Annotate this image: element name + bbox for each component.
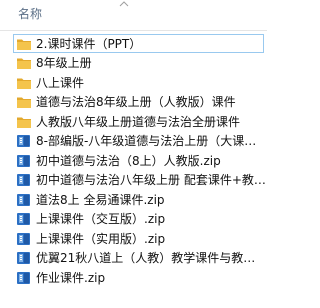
zip-file-list-item[interactable]: 上课课件（交互版）.zip — [0, 210, 267, 229]
zip-file-list-item[interactable]: 优翼21秋八道上（人教）教学课件与教… — [0, 249, 267, 268]
file-list-pane: 名称 2.课时课件（PPT） 8年级上册八上课件道德与法治8年级上册（人教版）课件… — [0, 0, 267, 308]
file-name-label: 八上课件 — [36, 75, 85, 90]
folder-icon — [16, 36, 32, 52]
zip-file-list-item[interactable]: 上课课件（实用版）.zip — [0, 229, 267, 248]
folder-icon — [16, 55, 32, 71]
file-name-label: 初中道德与法治（8上）人教版.zip — [36, 153, 221, 168]
name-column-header[interactable]: 名称 — [18, 7, 42, 21]
folder-list-item[interactable]: 人教版八年级上册道德与法治全册课件 — [0, 112, 267, 131]
sort-ascending-icon[interactable] — [118, 0, 130, 8]
zip-file-list-item[interactable]: 作业课件.zip — [0, 268, 267, 287]
file-name-label: 优翼21秋八道上（人教）教学课件与教… — [36, 251, 256, 265]
zip-file-list-item[interactable]: 初中道德与法治（8上）人教版.zip — [0, 151, 267, 170]
zip-archive-icon — [16, 270, 32, 286]
file-name-label: 8-部编版-八年级道德与法治上册（大课… — [36, 134, 257, 148]
folder-icon — [16, 114, 32, 130]
file-list: 2.课时课件（PPT） 8年级上册八上课件道德与法治8年级上册（人教版）课件 人教版… — [0, 34, 267, 288]
zip-archive-icon — [16, 192, 32, 208]
file-name-label: 上课课件（实用版）.zip — [36, 231, 166, 246]
file-name-label: 初中道德与法治八年级上册 配套课件+教… — [36, 173, 266, 187]
zip-archive-icon — [16, 172, 32, 188]
zip-file-list-item[interactable]: 初中道德与法治八年级上册 配套课件+教… — [0, 171, 267, 190]
file-name-label: 上课课件（交互版）.zip — [36, 212, 166, 226]
folder-list-item[interactable]: 道德与法治8年级上册（人教版）课件 — [0, 93, 267, 112]
column-header-row: 名称 — [0, 0, 267, 31]
file-name-label: 8年级上册 — [36, 56, 92, 70]
folder-list-item[interactable]: 2.课时课件（PPT） — [13, 34, 264, 53]
zip-archive-icon — [16, 153, 32, 169]
zip-archive-icon — [16, 133, 32, 149]
zip-archive-icon — [16, 211, 32, 227]
folder-list-item[interactable]: 八上课件 — [0, 73, 267, 92]
file-name-label: 2.课时课件（PPT） — [36, 36, 142, 51]
zip-file-list-item[interactable]: 道法8上 全易通课件.zip — [0, 190, 267, 209]
zip-archive-icon — [16, 250, 32, 266]
folder-icon — [16, 75, 32, 91]
file-name-label: 道德与法治8年级上册（人教版）课件 — [36, 95, 236, 109]
zip-file-list-item[interactable]: 8-部编版-八年级道德与法治上册（大课… — [0, 132, 267, 151]
file-name-label: 人教版八年级上册道德与法治全册课件 — [36, 114, 241, 129]
folder-icon — [16, 94, 32, 110]
folder-list-item[interactable]: 8年级上册 — [0, 54, 267, 73]
file-name-label: 道法8上 全易通课件.zip — [36, 192, 165, 207]
zip-archive-icon — [16, 231, 32, 247]
file-name-label: 作业课件.zip — [36, 270, 106, 285]
